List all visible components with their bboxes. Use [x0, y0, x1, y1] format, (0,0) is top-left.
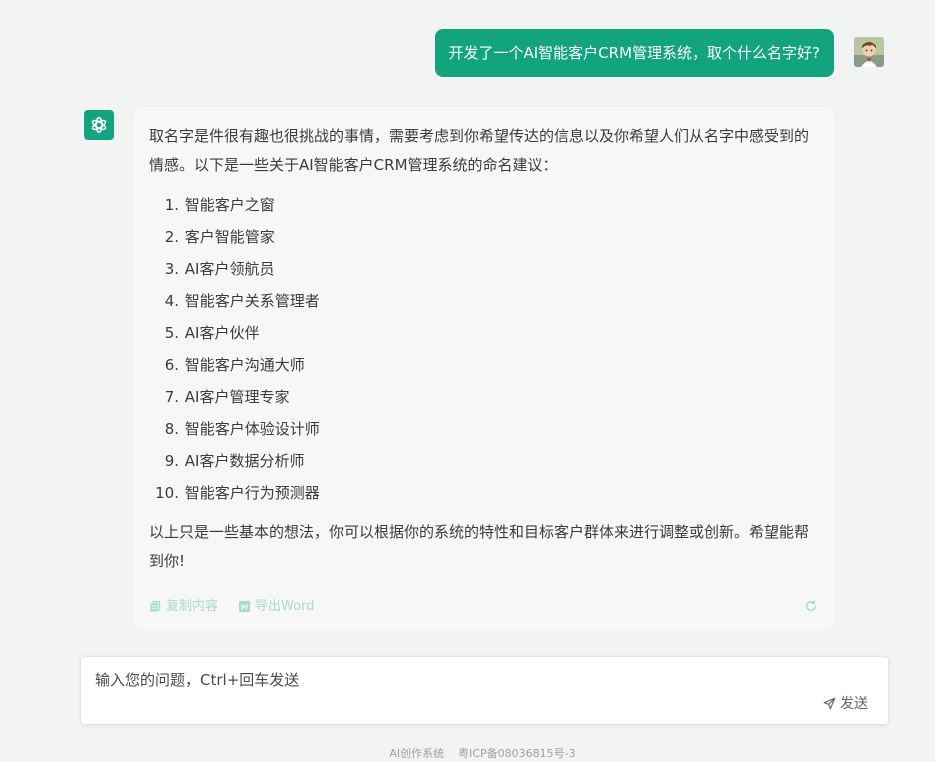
refresh-icon — [805, 599, 817, 612]
list-item-text: 智能客户体验设计师 — [184, 420, 320, 438]
list-item-text: AI客户管理专家 — [184, 388, 290, 406]
bot-message-card: 取名字是件很有趣也很挑战的事情，需要考虑到你希望传达的信息以及你希望人们从名字中… — [134, 107, 834, 630]
list-item-number: 4. — [164, 292, 179, 310]
user-avatar-icon — [854, 37, 884, 67]
list-item-text: AI客户伙伴 — [184, 324, 260, 342]
list-item: 9. AI客户数据分析师 — [149, 445, 818, 477]
list-item: 8. 智能客户体验设计师 — [149, 413, 818, 445]
export-word-label: 导出Word — [255, 598, 315, 614]
bot-outro-text: 以上只是一些基本的想法，你可以根据你的系统的特性和目标客户群体来进行调整或创新。… — [149, 523, 810, 570]
list-item: 1. 智能客户之窗 — [149, 189, 818, 221]
list-item-text: 智能客户关系管理者 — [184, 292, 320, 310]
copy-content-label: 复制内容 — [166, 598, 219, 614]
list-item: 6. 智能客户沟通大师 — [149, 349, 818, 381]
list-item: 7. AI客户管理专家 — [149, 381, 818, 413]
user-message-bubble: 开发了一个AI智能客户CRM管理系统，取个什么名字好? — [434, 29, 834, 77]
list-item-text: 客户智能管家 — [184, 228, 275, 246]
send-button[interactable]: 发送 — [823, 693, 868, 713]
question-input[interactable] — [81, 657, 888, 701]
list-item-number: 10. — [155, 484, 179, 502]
suggestion-list: 1. 智能客户之窗 2. 客户智能管家 3. AI客户领航员 4. 智能客户关系… — [149, 189, 818, 509]
list-item: 3. AI客户领航员 — [149, 253, 818, 285]
list-item-number: 6. — [164, 356, 179, 374]
send-icon — [823, 697, 836, 709]
chat-page: 开发了一个AI智能客户CRM管理系统，取个什么名字好? 取名字是件很有趣也很挑战 — [0, 0, 935, 762]
page-footer: AI创作系统 粤ICP备08036815号-3 — [0, 745, 935, 761]
list-item: 5. AI客户伙伴 — [149, 317, 818, 349]
chat-input-box: 发送 — [80, 656, 889, 725]
bot-intro-text: 取名字是件很有趣也很挑战的事情，需要考虑到你希望传达的信息以及你希望人们从名字中… — [149, 127, 810, 174]
list-item-number: 7. — [164, 388, 179, 406]
list-item-text: 智能客户沟通大师 — [184, 356, 305, 374]
list-item: 4. 智能客户关系管理者 — [149, 285, 818, 317]
list-item-number: 1. — [164, 196, 179, 214]
send-label: 发送 — [840, 696, 868, 712]
user-message-text: 开发了一个AI智能客户CRM管理系统，取个什么名字好? — [448, 44, 821, 62]
export-word-button[interactable]: 导出Word — [238, 592, 314, 621]
regenerate-button[interactable] — [804, 599, 818, 613]
list-item-number: 8. — [164, 420, 179, 438]
list-item: 10. 智能客户行为预测器 — [149, 477, 818, 509]
list-item-text: AI客户数据分析师 — [184, 452, 305, 470]
list-item-number: 9. — [164, 452, 179, 470]
list-item: 2. 客户智能管家 — [149, 221, 818, 253]
message-actions: 复制内容 导出Word — [149, 593, 818, 619]
copy-icon — [149, 600, 161, 613]
list-item-text: AI客户领航员 — [184, 260, 275, 278]
list-item-number: 5. — [164, 324, 179, 342]
footer-system-name: AI创作系统 — [389, 747, 445, 760]
copy-content-button[interactable]: 复制内容 — [149, 592, 218, 621]
list-item-number: 2. — [164, 228, 179, 246]
list-item-text: 智能客户行为预测器 — [184, 484, 320, 502]
bot-avatar — [84, 110, 114, 140]
openai-logo-icon — [91, 116, 107, 134]
footer-icp-link[interactable]: 粤ICP备08036815号-3 — [458, 745, 576, 761]
word-file-icon — [238, 600, 251, 612]
list-item-text: 智能客户之窗 — [184, 196, 275, 214]
user-avatar — [854, 37, 884, 67]
list-item-number: 3. — [164, 260, 179, 278]
